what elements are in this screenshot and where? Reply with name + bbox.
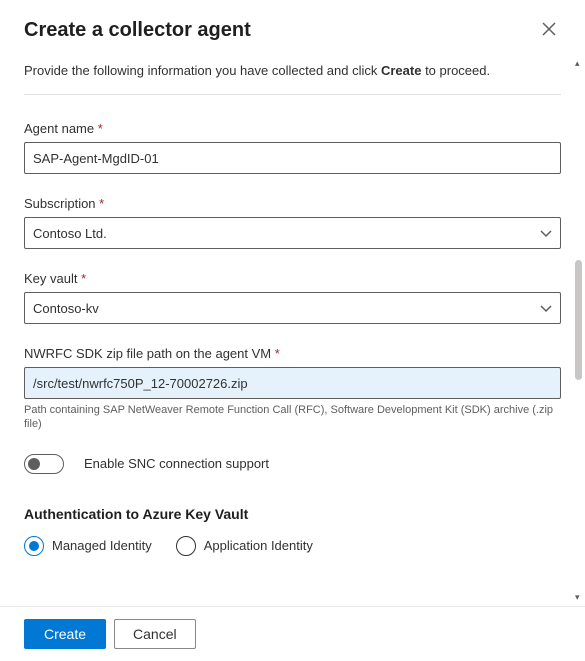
intro-bold: Create [381,63,421,78]
snc-toggle-label: Enable SNC connection support [84,456,269,471]
chevron-down-icon [540,301,552,316]
close-icon [542,22,556,39]
intro-suffix: to proceed. [421,63,490,78]
scroll-up-icon: ▴ [575,60,582,67]
snc-toggle[interactable] [24,454,64,474]
chevron-down-icon [540,226,552,241]
agent-name-input[interactable] [24,142,561,174]
dialog-footer: Create Cancel [0,606,585,661]
snc-toggle-row: Enable SNC connection support [24,454,561,474]
scroll-down-icon: ▾ [575,594,582,601]
create-button[interactable]: Create [24,619,106,649]
dialog-content: Provide the following information you ha… [0,50,585,606]
scrollbar[interactable]: ▴ ▾ [575,60,582,601]
sdk-path-hint: Path containing SAP NetWeaver Remote Fun… [24,403,561,432]
required-marker: * [94,121,103,136]
radio-managed-label: Managed Identity [52,538,152,553]
subscription-value: Contoso Ltd. [33,226,107,241]
toggle-knob [28,458,40,470]
close-button[interactable] [537,18,561,42]
intro-text: Provide the following information you ha… [24,62,561,80]
dialog-title: Create a collector agent [24,19,251,42]
field-key-vault: Key vault * Contoso-kv [24,271,561,324]
sdk-path-input[interactable] [24,367,561,399]
divider [24,94,561,95]
field-agent-name: Agent name * [24,121,561,174]
radio-dot [29,541,39,551]
radio-managed-identity[interactable]: Managed Identity [24,536,152,556]
field-subscription: Subscription * Contoso Ltd. [24,196,561,249]
radio-circle [176,536,196,556]
radio-circle [24,536,44,556]
radio-application-identity[interactable]: Application Identity [176,536,313,556]
field-sdk-path: NWRFC SDK zip file path on the agent VM … [24,346,561,432]
dialog-header: Create a collector agent [0,0,585,50]
cancel-button[interactable]: Cancel [114,619,196,649]
auth-radio-group: Managed Identity Application Identity [24,536,561,556]
key-vault-label: Key vault * [24,271,561,286]
subscription-dropdown[interactable]: Contoso Ltd. [24,217,561,249]
subscription-label: Subscription * [24,196,561,211]
scrollbar-thumb[interactable] [575,260,582,380]
radio-application-label: Application Identity [204,538,313,553]
sdk-path-label: NWRFC SDK zip file path on the agent VM … [24,346,561,361]
key-vault-value: Contoso-kv [33,301,99,316]
auth-section-title: Authentication to Azure Key Vault [24,506,561,522]
required-marker: * [271,346,280,361]
required-marker: * [96,196,105,211]
agent-name-label: Agent name * [24,121,561,136]
required-marker: * [77,271,86,286]
intro-prefix: Provide the following information you ha… [24,63,381,78]
key-vault-dropdown[interactable]: Contoso-kv [24,292,561,324]
